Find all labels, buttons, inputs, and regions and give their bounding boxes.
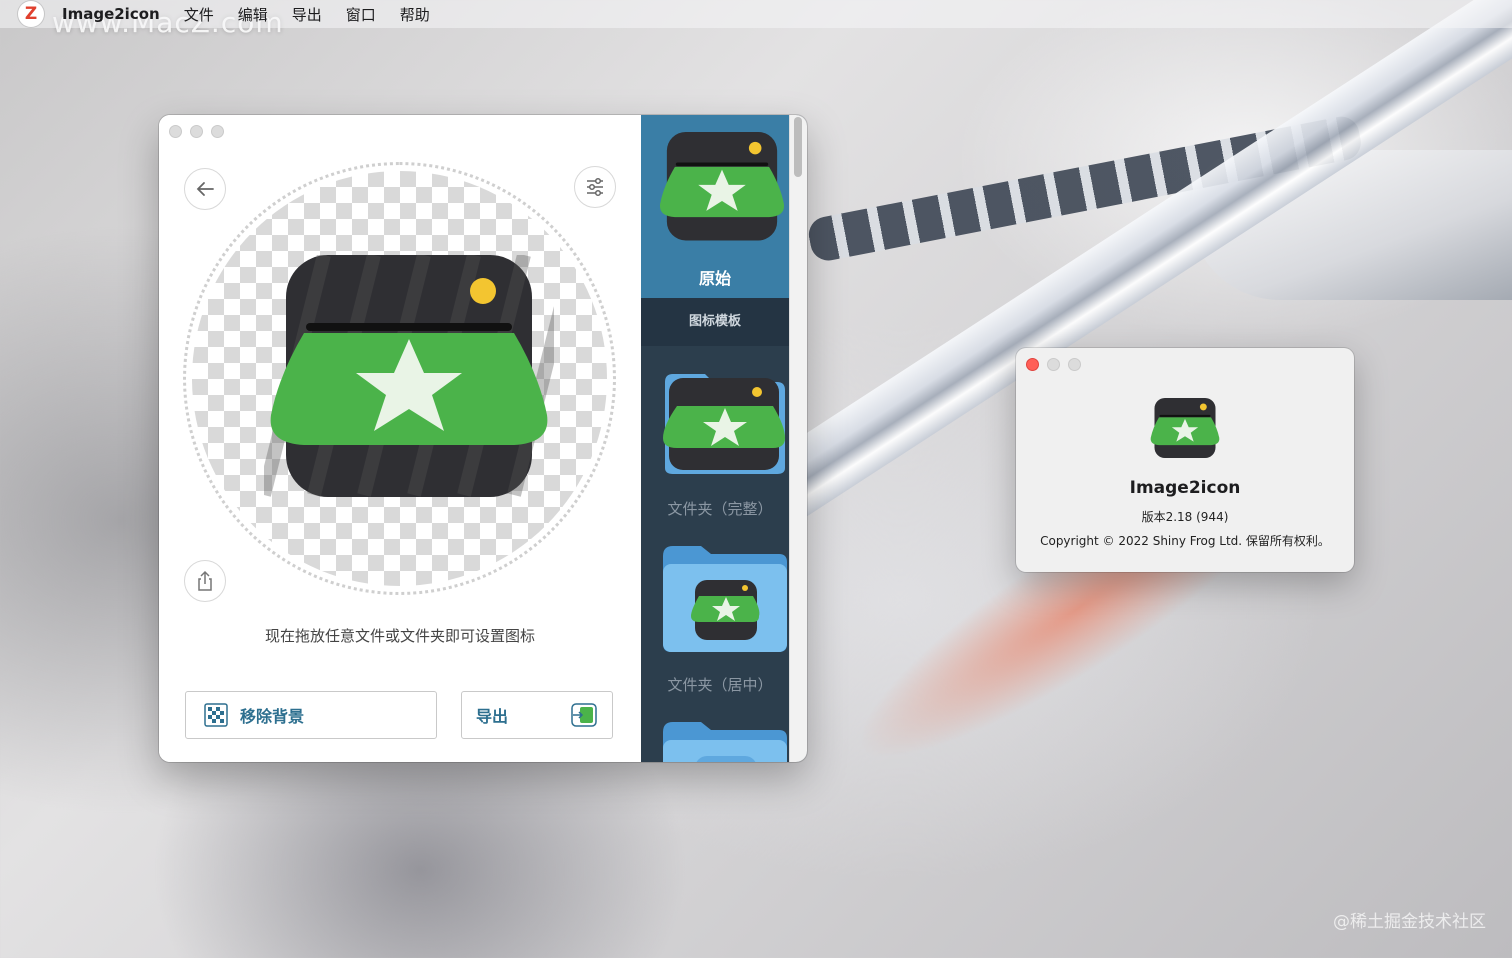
about-close-button[interactable]	[1026, 358, 1039, 371]
editor-pane: 现在拖放任意文件或文件夹即可设置图标 移除背景 导出	[159, 115, 641, 762]
window-controls	[169, 125, 224, 138]
about-zoom-button[interactable]	[1068, 358, 1081, 371]
export-button[interactable]: 导出	[461, 691, 613, 739]
templates-scrollbar[interactable]	[789, 115, 807, 762]
template-folder-full-label: 文件夹（完整）	[667, 500, 773, 518]
menu-edit[interactable]: 编辑	[238, 4, 268, 25]
app-logo-icon[interactable]: Z	[18, 1, 44, 27]
menu-export[interactable]: 导出	[292, 4, 322, 25]
corner-watermark: @稀土掘金技术社区	[1333, 912, 1486, 932]
templates-sidebar: 原始 图标模板 文件夹（完整） 文件夹（居中）	[641, 115, 807, 762]
main-window: 现在拖放任意文件或文件夹即可设置图标 移除背景 导出 原始 图标模板 文件夹（完…	[159, 115, 807, 762]
menu-bar: Z Image2icon 文件 编辑 导出 窗口 帮助	[0, 0, 1512, 28]
folder-centered-thumb	[663, 546, 787, 652]
template-folder-centered[interactable]: 文件夹（居中）	[641, 524, 789, 700]
template-folder-full[interactable]: 文件夹（完整）	[641, 346, 789, 524]
about-minimize-button[interactable]	[1047, 358, 1060, 371]
about-copyright: Copyright © 2022 Shiny Frog Ltd. 保留所有权利。	[1040, 534, 1330, 548]
minimize-button[interactable]	[190, 125, 203, 138]
export-icon	[571, 703, 597, 727]
back-button[interactable]	[184, 168, 226, 210]
about-window: Image2icon 版本2.18 (944) Copyright © 2022…	[1016, 348, 1354, 572]
about-app-icon	[1150, 398, 1220, 459]
menu-help[interactable]: 帮助	[400, 4, 430, 25]
checker-image-icon	[204, 703, 228, 727]
about-version: 版本2.18 (944)	[1141, 510, 1229, 524]
remove-background-label: 移除背景	[240, 707, 305, 726]
template-original[interactable]: 原始	[641, 115, 789, 298]
export-label: 导出	[476, 707, 509, 726]
app-icon-preview	[264, 255, 554, 497]
folder-full-thumb	[663, 374, 785, 474]
share-icon	[198, 570, 212, 591]
folder-thumb	[663, 722, 787, 762]
drop-zone[interactable]	[183, 162, 616, 595]
menu-app-name[interactable]: Image2icon	[62, 5, 160, 23]
transparency-checkerboard	[192, 171, 607, 586]
menu-window[interactable]: 窗口	[346, 4, 376, 25]
settings-button[interactable]	[574, 166, 616, 208]
share-button[interactable]	[184, 560, 226, 602]
about-app-name: Image2icon	[1129, 478, 1241, 498]
zoom-button[interactable]	[211, 125, 224, 138]
drop-hint-text: 现在拖放任意文件或文件夹即可设置图标	[264, 627, 535, 645]
close-button[interactable]	[169, 125, 182, 138]
sliders-icon	[587, 177, 603, 197]
scrollbar-thumb[interactable]	[794, 117, 802, 177]
template-folder-centered-label: 文件夹（居中）	[667, 676, 773, 694]
arrow-left-icon	[196, 182, 214, 196]
remove-background-button[interactable]: 移除背景	[185, 691, 437, 739]
template-original-label: 原始	[698, 269, 731, 288]
about-window-controls	[1026, 358, 1081, 371]
templates-section-header: 图标模板	[641, 298, 789, 346]
menu-file[interactable]: 文件	[184, 4, 214, 25]
template-folder-partial[interactable]	[641, 710, 789, 762]
original-icon-thumb	[659, 131, 785, 241]
